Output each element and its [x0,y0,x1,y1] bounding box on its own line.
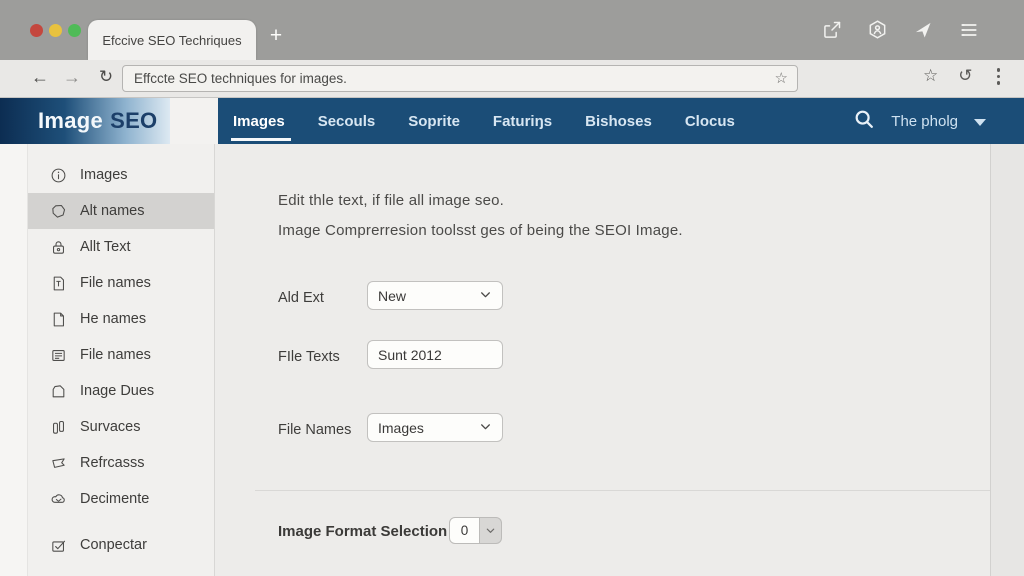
logo-gap [170,98,218,144]
nav-tab-clocus[interactable]: Clocus [685,98,735,144]
image-format-dropdown-button[interactable] [480,517,502,544]
chevron-down-icon[interactable] [974,119,986,126]
file-texts-input[interactable] [378,347,492,363]
send-icon[interactable] [913,20,933,40]
file-t-icon [50,275,67,292]
minimize-window-icon[interactable] [49,24,62,37]
list-icon [50,347,67,364]
sidebar-item-he-names[interactable]: He names [28,301,214,337]
nav-tab-bishoses[interactable]: Bishoses [585,98,652,144]
ald-ext-select[interactable]: New [367,281,503,310]
intro-line-2: Image Comprerresion toolsst ges of being… [278,222,683,239]
window-controls [30,24,81,37]
sidebar-item-file-names-list[interactable]: File names [28,337,214,373]
browser-toolbar: ← → ↻ Effccte SEO techniques for images.… [0,60,1024,98]
sidebar-item-allt-text[interactable]: Allt Text [28,229,214,265]
chevron-down-icon [479,420,492,436]
sidebar-item-conpectar[interactable]: Conpectar [28,527,214,563]
main-content: Edit thle text, if file all image seo. I… [216,144,990,576]
sidebar-item-alt-names[interactable]: Alt names [28,193,214,229]
sidebar-item-inage-dues[interactable]: Inage Dues [28,373,214,409]
nav-tab-secouls[interactable]: Secouls [318,98,376,144]
close-window-icon[interactable] [30,24,43,37]
search-icon[interactable] [853,108,875,135]
sidebar-item-refrcasss[interactable]: Refrcasss [28,445,214,481]
chevron-down-icon [479,288,492,304]
maximize-window-icon[interactable] [68,24,81,37]
intro-line-1: Edit thle text, if file all image seo. [278,192,504,209]
page-bookmark-icon[interactable]: ☆ [775,69,788,87]
info-icon [50,167,67,184]
blob-icon [50,383,67,400]
reload-icon[interactable]: ↻ [94,67,118,87]
scrollbar-gutter[interactable] [990,144,1024,576]
account-globe-icon[interactable] [867,19,888,40]
nav-tab-faturins[interactable]: Faturiŋs [493,98,552,144]
file-names-value: Images [378,420,424,436]
check-square-icon [50,537,67,554]
columns-icon [50,419,67,436]
address-bar[interactable]: Effccte SEO techniques for images. ☆ [122,65,798,92]
section-divider [255,490,990,491]
browser-menu-icon[interactable] [993,66,1005,87]
shape-icon [50,203,67,220]
image-format-selection-label: Image Format Selection [278,523,447,540]
sidebar-item-file-names-t[interactable]: File names [28,265,214,301]
browser-tab[interactable]: Efccive SEO Techriques [88,20,256,60]
account-menu[interactable]: The pholg [891,113,958,130]
address-bar-text: Effccte SEO techniques for images. [134,71,347,86]
bookmark-star-icon[interactable]: ☆ [923,66,938,86]
primary-nav: Images Secouls Soprite Faturiŋs Bishoses… [233,98,735,144]
share-icon[interactable] [822,20,842,40]
ald-ext-label: Ald Ext [278,290,324,306]
sidebar-rail [0,144,28,576]
tab-title: Efccive SEO Techriques [102,33,241,48]
sidebar-item-survaces[interactable]: Survaces [28,409,214,445]
app-logo[interactable]: Image SEO [0,98,170,144]
browser-title-bar: Efccive SEO Techriques + [0,0,1024,60]
logo-word-primary: Image [38,108,103,134]
image-format-value: 0 [449,517,480,544]
file-texts-field[interactable] [367,340,503,369]
file-names-label: File Names [278,422,351,438]
forward-icon[interactable]: → [60,67,84,88]
sidebar: Images Alt names Allt Text [0,144,215,576]
file-icon [50,311,67,328]
menu-list-icon[interactable] [958,20,980,40]
file-names-select[interactable]: Images [367,413,503,442]
flag-icon [50,455,67,472]
sync-icon[interactable]: ↺ [958,66,972,86]
nav-tab-soprite[interactable]: Soprite [408,98,460,144]
nav-tab-images[interactable]: Images [233,98,285,144]
new-tab-button[interactable]: + [264,24,288,48]
cloud-icon [50,491,67,508]
ald-ext-value: New [378,288,406,304]
logo-word-secondary: SEO [110,108,157,134]
browser-window: Efccive SEO Techriques + [0,0,1024,576]
app-navbar: Image SEO Images Secouls Soprite Faturiŋ… [0,98,1024,144]
image-format-selector[interactable]: 0 [449,517,502,544]
file-texts-label: FIle Texts [278,349,340,365]
back-icon[interactable]: ← [28,67,52,88]
sidebar-item-decimente[interactable]: Decimente [28,481,214,517]
lock-icon [50,239,67,256]
sidebar-item-images[interactable]: Images [28,157,214,193]
